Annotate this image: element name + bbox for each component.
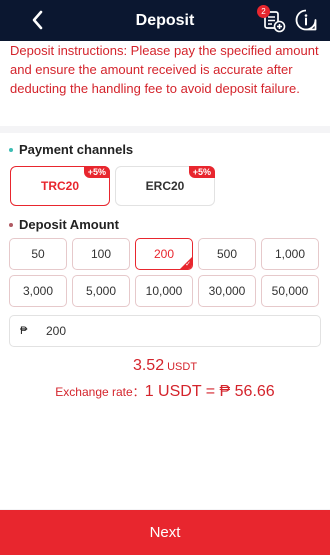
amount-option-label: 100 <box>90 247 112 261</box>
amount-option-label: 10,000 <box>145 284 183 298</box>
channel-trc20[interactable]: TRC20 +5% <box>10 166 110 206</box>
usdt-amount-display: 3.52 USDT <box>0 357 330 375</box>
amount-option-label: 1,000 <box>274 247 306 261</box>
amount-option-50000[interactable]: 50,000 <box>261 275 319 307</box>
amount-option-500[interactable]: 500 <box>198 238 256 270</box>
header-bar: Deposit 2 <box>0 0 330 41</box>
amount-option-5000[interactable]: 5,000 <box>72 275 130 307</box>
exchange-rate-label: Exchange rate： <box>55 385 145 399</box>
back-arrow-icon[interactable] <box>26 8 50 32</box>
exchange-rate-display: Exchange rate：1 USDT = ₱ 56.66 <box>0 383 330 401</box>
next-button[interactable]: Next <box>0 510 330 555</box>
payment-channels-label: Payment channels <box>19 142 134 157</box>
amount-option-label: 500 <box>216 247 238 261</box>
channel-erc20-label: ERC20 <box>145 179 185 193</box>
amount-option-label: 50,000 <box>271 284 309 298</box>
deposit-instructions-text: Deposit instructions: Please pay the spe… <box>10 43 319 96</box>
channel-trc20-label: TRC20 <box>40 179 79 193</box>
teal-dot-icon <box>9 147 13 152</box>
amount-input-box[interactable]: ₱ <box>9 315 321 347</box>
peso-currency-icon: ₱ <box>20 325 28 337</box>
deposit-amount-label: Deposit Amount <box>19 217 119 232</box>
orders-count-badge: 2 <box>257 5 270 18</box>
exchange-rate-value: 1 USDT = ₱ 56.66 <box>144 383 275 400</box>
amount-option-3000[interactable]: 3,000 <box>9 275 67 307</box>
channel-bonus-tag: +5% <box>83 166 110 178</box>
amount-option-label: 3,000 <box>22 284 54 298</box>
check-icon: ✓ <box>185 261 191 268</box>
amount-option-label: 50 <box>31 247 45 261</box>
deposit-amount-title: Deposit Amount <box>9 217 119 232</box>
amount-input[interactable] <box>46 324 306 338</box>
channel-erc20[interactable]: ERC20 +5% <box>115 166 215 206</box>
amount-option-label: 200 <box>153 247 175 261</box>
amount-option-200[interactable]: 200 ✓ <box>135 238 193 270</box>
help-info-icon[interactable] <box>294 8 318 32</box>
amount-option-label: 5,000 <box>85 284 117 298</box>
amount-option-30000[interactable]: 30,000 <box>198 275 256 307</box>
channel-bonus-tag: +5% <box>188 166 215 178</box>
usdt-unit-label: USDT <box>167 361 198 373</box>
amount-option-1000[interactable]: 1,000 <box>261 238 319 270</box>
amount-option-100[interactable]: 100 <box>72 238 130 270</box>
amount-option-label: 30,000 <box>208 284 246 298</box>
page-title: Deposit <box>135 11 195 29</box>
deposit-instructions: Deposit instructions: Please pay the spe… <box>0 41 330 126</box>
amount-option-50[interactable]: 50 <box>9 238 67 270</box>
amount-option-10000[interactable]: 10,000 <box>135 275 193 307</box>
payment-channels-title: Payment channels <box>9 142 133 157</box>
red-dot-icon <box>9 222 13 227</box>
usdt-amount-value: 3.52 <box>132 357 165 374</box>
